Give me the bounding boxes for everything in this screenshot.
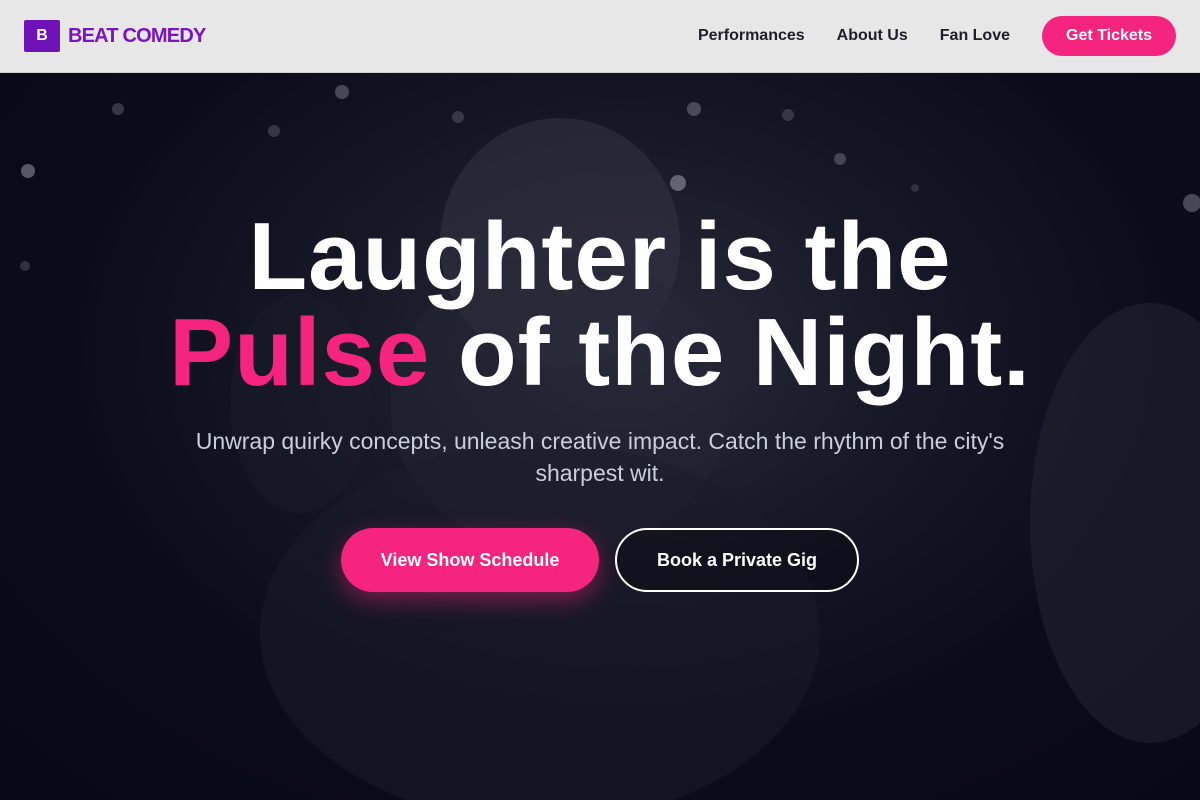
nav-links: Performances About Us Fan Love (666, 0, 1010, 72)
nav-link-performances[interactable]: Performances (698, 27, 805, 45)
hero-title-accent: Pulse (169, 299, 431, 406)
view-show-schedule-button[interactable]: View Show Schedule (341, 528, 599, 592)
book-private-gig-button[interactable]: Book a Private Gig (615, 528, 859, 592)
hero-title-line2: of the Night. (430, 299, 1031, 406)
hero-section: Laughter is the Pulse of the Night. Unwr… (0, 73, 1200, 800)
nav-link-fan-love[interactable]: Fan Love (940, 27, 1010, 45)
hero-subtitle: Unwrap quirky concepts, unleash creative… (195, 428, 1005, 486)
top-navbar: B BEAT COMEDY Performances About Us Fan … (0, 0, 1200, 73)
get-tickets-button[interactable]: Get Tickets (1042, 16, 1176, 56)
brand-mark-icon: B (24, 20, 60, 52)
hero-title-line1: Laughter is the (248, 203, 952, 310)
nav-link-about-us[interactable]: About Us (837, 27, 908, 45)
brand-logo[interactable]: B BEAT COMEDY (24, 20, 206, 52)
hero-title: Laughter is the Pulse of the Night. (0, 209, 1200, 401)
brand-name: BEAT COMEDY (68, 24, 206, 47)
